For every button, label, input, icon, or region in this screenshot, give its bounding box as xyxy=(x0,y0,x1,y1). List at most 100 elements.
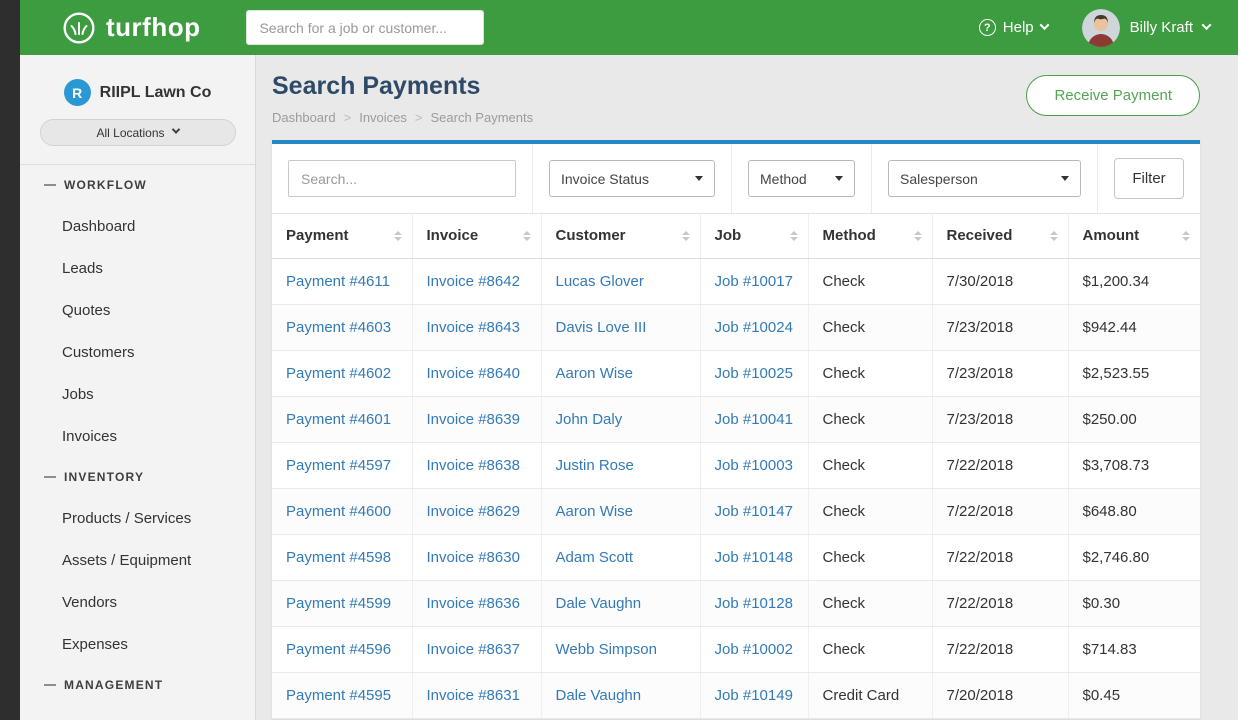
column-header-amount[interactable]: Amount xyxy=(1068,214,1200,258)
payment-link[interactable]: Payment #4599 xyxy=(286,595,391,612)
breadcrumb-item[interactable]: Invoices xyxy=(359,110,407,125)
column-header-method[interactable]: Method xyxy=(808,214,932,258)
nav-section-workflow[interactable]: WORKFLOW xyxy=(20,165,255,205)
job-link[interactable]: Job #10017 xyxy=(715,273,793,290)
customer-link[interactable]: Dale Vaughn xyxy=(556,595,642,612)
invoice-link[interactable]: Invoice #8642 xyxy=(427,273,520,290)
invoice-link[interactable]: Invoice #8639 xyxy=(427,411,520,428)
customer-link[interactable]: Adam Scott xyxy=(556,549,634,566)
payment-link[interactable]: Payment #4596 xyxy=(286,641,391,658)
breadcrumb-item[interactable]: Search Payments xyxy=(431,110,534,125)
filter-method-cell: Method xyxy=(732,144,872,213)
invoice-cell: Invoice #8638 xyxy=(412,442,541,488)
customer-link[interactable]: Justin Rose xyxy=(556,457,634,474)
help-menu[interactable]: ? Help xyxy=(979,19,1048,36)
filter-button[interactable]: Filter xyxy=(1114,158,1184,199)
payment-link[interactable]: Payment #4598 xyxy=(286,549,391,566)
customer-link[interactable]: Davis Love III xyxy=(556,319,647,336)
invoice-status-select[interactable]: Invoice Status xyxy=(549,160,715,197)
sidebar-item-assets-equipment[interactable]: Assets / Equipment xyxy=(20,539,255,581)
sidebar-item-jobs[interactable]: Jobs xyxy=(20,373,255,415)
sidebar-item-leads[interactable]: Leads xyxy=(20,247,255,289)
table-row: Payment #4600 Invoice #8629 Aaron Wise Job … xyxy=(272,488,1200,534)
locations-dropdown[interactable]: All Locations xyxy=(40,119,236,146)
column-header-customer[interactable]: Customer xyxy=(541,214,700,258)
turfhop-logo-icon xyxy=(62,11,96,45)
receive-payment-button[interactable]: Receive Payment xyxy=(1026,75,1200,116)
job-link[interactable]: Job #10003 xyxy=(715,457,793,474)
customer-link[interactable]: Webb Simpson xyxy=(556,641,657,658)
invoice-link[interactable]: Invoice #8630 xyxy=(427,549,520,566)
sidebar-item-customers[interactable]: Customers xyxy=(20,331,255,373)
job-link[interactable]: Job #10148 xyxy=(715,549,793,566)
column-header-payment[interactable]: Payment xyxy=(272,214,412,258)
logo[interactable]: turfhop xyxy=(62,11,200,45)
invoice-cell: Invoice #8637 xyxy=(412,626,541,672)
sort-icon[interactable] xyxy=(394,231,402,241)
job-link[interactable]: Job #10147 xyxy=(715,503,793,520)
sort-icon[interactable] xyxy=(682,231,690,241)
payment-cell: Payment #4601 xyxy=(272,396,412,442)
invoice-link[interactable]: Invoice #8631 xyxy=(427,687,520,704)
job-link[interactable]: Job #10149 xyxy=(715,687,793,704)
sidebar-item-expenses[interactable]: Expenses xyxy=(20,623,255,665)
payment-link[interactable]: Payment #4603 xyxy=(286,319,391,336)
breadcrumb-separator: > xyxy=(344,110,352,125)
sort-icon[interactable] xyxy=(1050,231,1058,241)
sidebar-item-vendors[interactable]: Vendors xyxy=(20,581,255,623)
invoice-link[interactable]: Invoice #8643 xyxy=(427,319,520,336)
payment-link[interactable]: Payment #4611 xyxy=(286,273,390,290)
job-link[interactable]: Job #10025 xyxy=(715,365,793,382)
job-link[interactable]: Job #10002 xyxy=(715,641,793,658)
page-header: Search Payments Dashboard>Invoices>Searc… xyxy=(272,55,1200,125)
invoice-link[interactable]: Invoice #8637 xyxy=(427,641,520,658)
invoice-link[interactable]: Invoice #8629 xyxy=(427,503,520,520)
column-header-invoice[interactable]: Invoice xyxy=(412,214,541,258)
payment-link[interactable]: Payment #4601 xyxy=(286,411,391,428)
customer-link[interactable]: Aaron Wise xyxy=(556,365,634,382)
nav-section-reports[interactable]: REPORTS xyxy=(20,705,255,720)
job-link[interactable]: Job #10041 xyxy=(715,411,793,428)
global-search-input[interactable] xyxy=(246,10,484,45)
invoice-link[interactable]: Invoice #8640 xyxy=(427,365,520,382)
customer-link[interactable]: Dale Vaughn xyxy=(556,687,642,704)
customer-cell: Lucas Glover xyxy=(541,258,700,304)
payment-link[interactable]: Payment #4600 xyxy=(286,503,391,520)
job-link[interactable]: Job #10024 xyxy=(715,319,793,336)
customer-cell: Davis Love III xyxy=(541,304,700,350)
sidebar-item-products-services[interactable]: Products / Services xyxy=(20,497,255,539)
breadcrumb-item[interactable]: Dashboard xyxy=(272,110,336,125)
sort-icon[interactable] xyxy=(914,231,922,241)
customer-link[interactable]: John Daly xyxy=(556,411,623,428)
sort-icon[interactable] xyxy=(790,231,798,241)
invoice-link[interactable]: Invoice #8638 xyxy=(427,457,520,474)
nav-section-inventory[interactable]: INVENTORY xyxy=(20,457,255,497)
table-row: Payment #4602 Invoice #8640 Aaron Wise Job … xyxy=(272,350,1200,396)
customer-link[interactable]: Lucas Glover xyxy=(556,273,644,290)
salesperson-select[interactable]: Salesperson xyxy=(888,160,1081,197)
invoice-link[interactable]: Invoice #8636 xyxy=(427,595,520,612)
method-select[interactable]: Method xyxy=(748,160,855,197)
received-cell: 7/23/2018 xyxy=(932,396,1068,442)
column-label: Method xyxy=(823,227,876,244)
method-cell: Check xyxy=(808,580,932,626)
sidebar-item-quotes[interactable]: Quotes xyxy=(20,289,255,331)
table-search-input[interactable] xyxy=(288,160,516,197)
sidebar-item-dashboard[interactable]: Dashboard xyxy=(20,205,255,247)
nav-section-management[interactable]: MANAGEMENT xyxy=(20,665,255,705)
customer-cell: Webb Simpson xyxy=(541,626,700,672)
sidebar-item-invoices[interactable]: Invoices xyxy=(20,415,255,457)
payment-link[interactable]: Payment #4597 xyxy=(286,457,391,474)
user-menu[interactable]: Billy Kraft xyxy=(1082,9,1210,47)
payment-link[interactable]: Payment #4595 xyxy=(286,687,391,704)
sort-icon[interactable] xyxy=(1182,231,1190,241)
nav-section-label: MANAGEMENT xyxy=(64,678,163,692)
payment-link[interactable]: Payment #4602 xyxy=(286,365,391,382)
column-header-job[interactable]: Job xyxy=(700,214,808,258)
customer-link[interactable]: Aaron Wise xyxy=(556,503,634,520)
job-link[interactable]: Job #10128 xyxy=(715,595,793,612)
company-header[interactable]: R RIIPL Lawn Co xyxy=(20,55,255,106)
column-header-received[interactable]: Received xyxy=(932,214,1068,258)
sort-icon[interactable] xyxy=(523,231,531,241)
customer-cell: Dale Vaughn xyxy=(541,580,700,626)
